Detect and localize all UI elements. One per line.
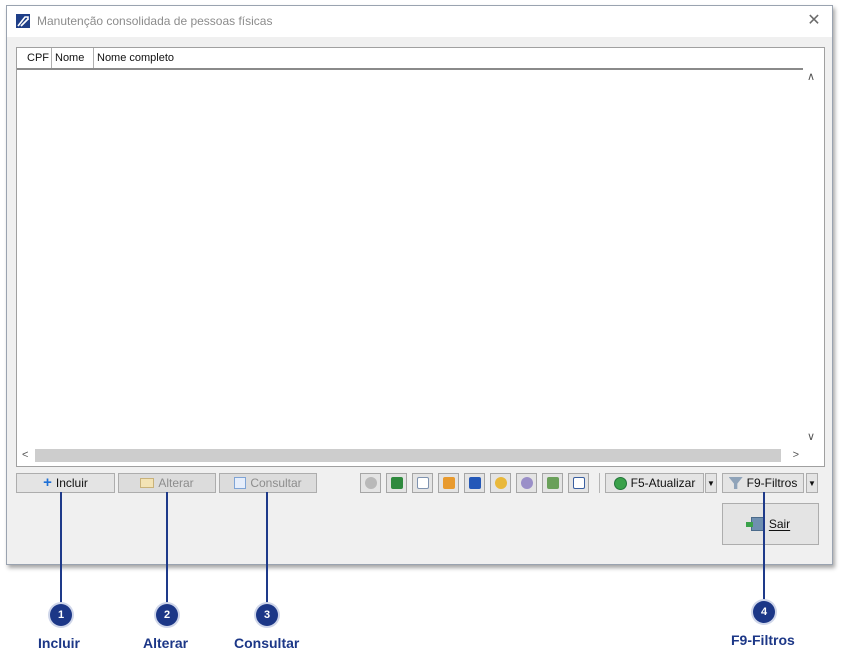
- callout-label-4: F9-Filtros: [731, 632, 795, 648]
- vertical-scrollbar[interactable]: ∧ ∨: [803, 48, 824, 446]
- binoculars-icon: [364, 477, 377, 489]
- callout-badge-1: 1: [50, 604, 72, 626]
- excel-icon: [390, 477, 403, 489]
- scroll-right-icon[interactable]: >: [793, 449, 799, 461]
- filtros-label: F9-Filtros: [746, 476, 798, 490]
- callout-line-2: [166, 492, 168, 604]
- column-header-nome-completo[interactable]: Nome completo: [94, 48, 803, 68]
- atualizar-dropdown-button[interactable]: ▼: [705, 473, 717, 493]
- consultar-label: Consultar: [250, 476, 302, 490]
- chevron-down-icon: ▼: [808, 478, 816, 488]
- callout-badge-2: 2: [156, 604, 178, 626]
- chevron-down-icon: ▼: [707, 478, 715, 488]
- palette-tool-button[interactable]: [490, 473, 511, 493]
- refresh-icon: [613, 476, 627, 490]
- view-icon: [234, 477, 247, 489]
- page: Manutenção consolidada de pessoas física…: [0, 0, 855, 670]
- table-icon: [442, 477, 455, 489]
- close-icon: ✕: [807, 12, 821, 29]
- gear-icon: [520, 477, 533, 489]
- excel-tool-button[interactable]: [386, 473, 407, 493]
- callout-badge-4: 4: [753, 601, 775, 623]
- table-tool-button[interactable]: [438, 473, 459, 493]
- atualizar-button[interactable]: F5-Atualizar: [605, 473, 704, 493]
- scroll-up-icon[interactable]: ∧: [807, 70, 815, 83]
- incluir-button[interactable]: + Incluir: [16, 473, 115, 493]
- column-header-cpf[interactable]: CPF: [17, 48, 52, 68]
- scroll-left-icon[interactable]: <: [22, 449, 28, 461]
- sair-label: Sair: [768, 517, 791, 531]
- filtros-dropdown-button[interactable]: ▼: [806, 473, 818, 493]
- checklist-icon: [572, 477, 585, 489]
- incluir-label: Incluir: [55, 476, 88, 490]
- sort-tool-button[interactable]: [464, 473, 485, 493]
- app-logo-icon: [16, 14, 30, 28]
- document-tool-button[interactable]: [412, 473, 433, 493]
- scroll-down-icon[interactable]: ∨: [807, 430, 815, 443]
- callout-line-3: [266, 492, 268, 604]
- consultar-button[interactable]: Consultar: [219, 473, 317, 493]
- document-icon: [416, 477, 429, 489]
- filter-icon: [728, 477, 743, 489]
- scrollbar-thumb[interactable]: [35, 449, 781, 462]
- settings-tool-button[interactable]: [516, 473, 537, 493]
- alterar-label: Alterar: [158, 476, 194, 490]
- window-title: Manutenção consolidada de pessoas física…: [37, 14, 273, 28]
- toolbar-divider: [599, 473, 600, 493]
- callout-label-2: Alterar: [143, 635, 189, 651]
- print-tool-button[interactable]: [542, 473, 563, 493]
- close-button[interactable]: ✕: [804, 11, 824, 31]
- print-icon: [546, 477, 559, 489]
- horizontal-scrollbar[interactable]: < >: [17, 446, 805, 466]
- plus-icon: +: [43, 474, 52, 491]
- callout-label-1: Incluir: [38, 635, 81, 651]
- filtros-button[interactable]: F9-Filtros: [722, 473, 804, 493]
- column-header-nome[interactable]: Nome: [52, 48, 94, 68]
- search-tool-button[interactable]: [360, 473, 381, 493]
- title-bar: Manutenção consolidada de pessoas física…: [7, 6, 832, 37]
- palette-icon: [494, 477, 507, 489]
- edit-icon: [140, 478, 155, 488]
- atualizar-label: F5-Atualizar: [630, 476, 696, 490]
- callout-label-3: Consultar: [234, 635, 300, 651]
- callout-line-4: [763, 492, 765, 602]
- sort-icon: [468, 477, 481, 489]
- callout-badge-3: 3: [256, 604, 278, 626]
- sair-button[interactable]: Sair: [722, 503, 819, 545]
- callout-line-1: [60, 492, 62, 604]
- data-grid[interactable]: CPF Nome Nome completo ∧ ∨ < >: [16, 47, 825, 467]
- checklist-tool-button[interactable]: [568, 473, 589, 493]
- grid-header: CPF Nome Nome completo: [17, 48, 803, 70]
- alterar-button[interactable]: Alterar: [118, 473, 216, 493]
- main-window: Manutenção consolidada de pessoas física…: [6, 5, 833, 565]
